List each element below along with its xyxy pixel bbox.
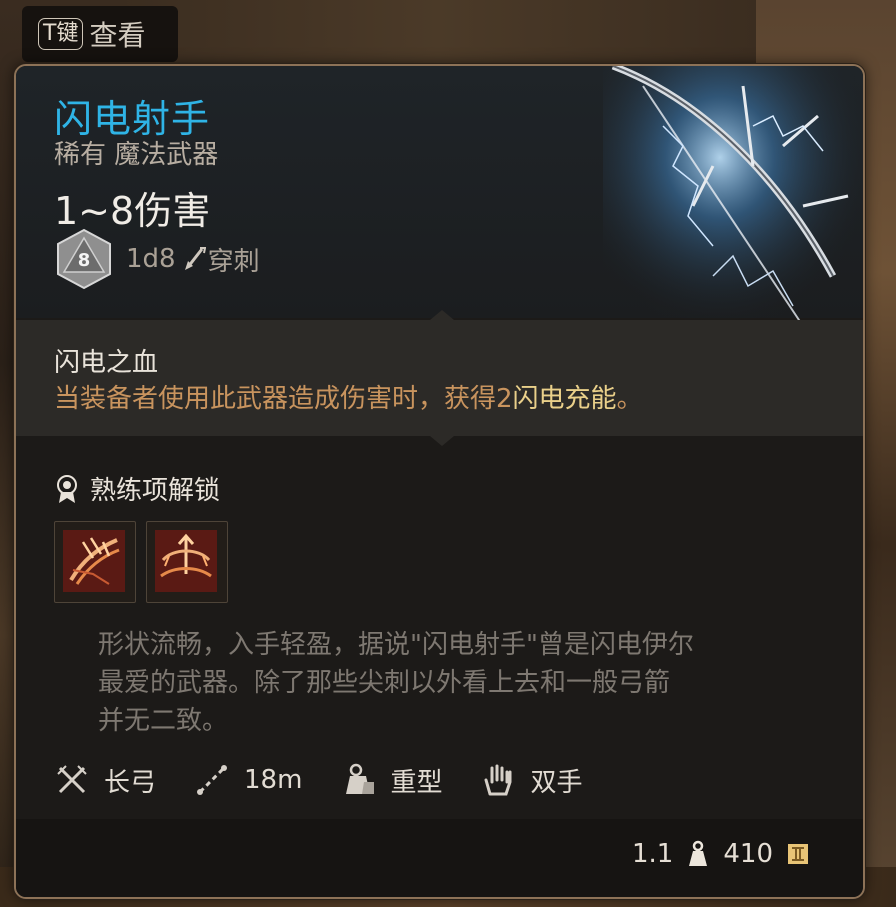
tooltip-footer: 1.1 410 [16, 819, 863, 897]
weight-class-prop[interactable]: 重型 [340, 762, 442, 799]
weapon-type-prop[interactable]: 长弓 [54, 762, 156, 799]
range-prop[interactable]: 18m [194, 762, 302, 798]
d8-dice-icon: 8 [57, 228, 111, 290]
bow-target-skill-icon[interactable] [146, 521, 228, 603]
longbow-art-icon [603, 66, 863, 346]
weight-icon [689, 840, 708, 866]
handedness-label: 双手 [530, 767, 583, 798]
damage-type: 穿刺 [207, 246, 260, 277]
weight-class-label: 重型 [390, 767, 443, 798]
hand-icon [484, 764, 512, 796]
bow-slash-skill-icon[interactable] [54, 521, 136, 603]
weapon-type-label: 长弓 [104, 767, 157, 798]
passive-title: 闪电之血 [54, 348, 159, 378]
dice-label: 1d8 [126, 244, 176, 274]
crossed-swords-icon [57, 765, 87, 794]
item-tooltip: 闪电射手 稀有 魔法武器 1~8伤害 8 1d8 穿刺 闪电之血 当装备者使用此… [14, 64, 865, 899]
inspect-key-hint[interactable]: T键 查看 [22, 6, 178, 62]
gold-coin-icon [788, 844, 808, 864]
damage-dice-row: 8 1d8 穿刺 [54, 228, 260, 290]
t-key-badge: T键 [38, 18, 84, 50]
inspect-label: 查看 [89, 19, 146, 52]
weapon-properties: 长弓 18m 重型 双手 [54, 760, 620, 800]
range-label: 18m [244, 765, 303, 795]
svg-text:8: 8 [78, 250, 91, 271]
lightning-charge-link[interactable]: 闪电充能 [513, 384, 617, 414]
tooltip-header: 闪电射手 稀有 魔法武器 1~8伤害 8 1d8 穿刺 [16, 66, 863, 346]
proficiency-medal-icon [57, 474, 77, 503]
proficiency-row: 熟练项解锁 [54, 470, 220, 507]
passive-description: 当装备者使用此武器造成伤害时，获得2闪电充能。 [54, 384, 643, 414]
item-rarity-type: 稀有 魔法武器 [54, 140, 219, 170]
passive-section: 闪电之血 当装备者使用此武器造成伤害时，获得2闪电充能。 [16, 310, 863, 446]
weight-value: 1.1 [632, 839, 674, 869]
weight-value-row: 1.1 410 [632, 839, 823, 869]
handedness-prop[interactable]: 双手 [480, 762, 582, 799]
range-icon [197, 765, 228, 795]
proficiency-label: 熟练项解锁 [90, 476, 221, 506]
gold-value: 410 [723, 839, 773, 869]
damage-range: 1~8伤害 [54, 189, 211, 233]
flavor-text: 形状流畅，入手轻盈，据说"闪电射手"曾是闪电伊尔 最爱的武器。除了那些尖刺以外看… [98, 630, 694, 736]
heavy-weight-icon [346, 763, 375, 794]
piercing-arrow-icon [184, 247, 206, 270]
